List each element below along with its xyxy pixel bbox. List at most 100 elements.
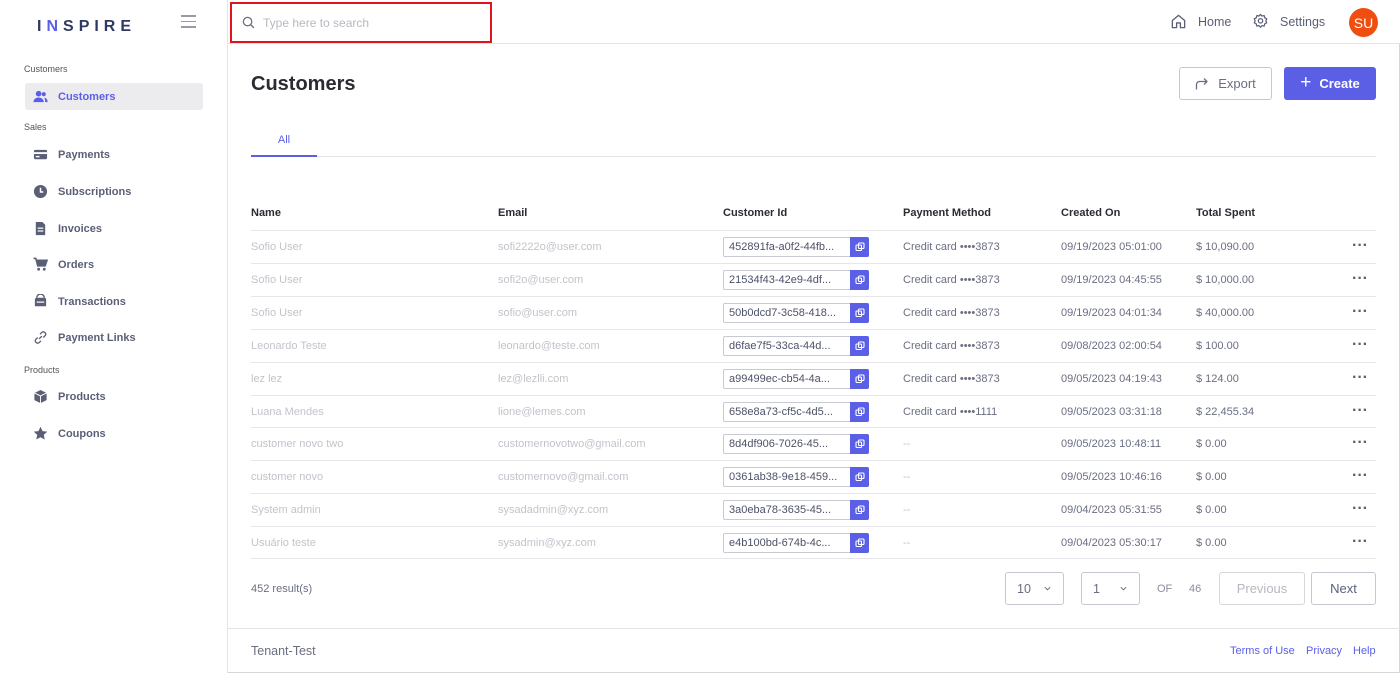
- more-options-icon[interactable]: ···: [1352, 494, 1368, 526]
- next-button[interactable]: Next: [1311, 572, 1376, 605]
- tab-all[interactable]: All: [251, 127, 317, 157]
- table-row[interactable]: customer novo customernovo@gmail.com 036…: [251, 460, 1376, 493]
- sidebar-item-label: Transactions: [58, 295, 126, 308]
- payment-method: --: [903, 504, 911, 516]
- more-options-icon[interactable]: ···: [1352, 363, 1368, 395]
- customer-id-field[interactable]: 8d4df906-7026-45...: [723, 434, 869, 454]
- table-row[interactable]: customer novo two customernovotwo@gmail.…: [251, 427, 1376, 460]
- copy-icon[interactable]: [850, 270, 869, 290]
- home-label: Home: [1198, 14, 1232, 29]
- customer-id-field[interactable]: 3a0eba78-3635-45...: [723, 500, 869, 520]
- copy-icon[interactable]: [850, 303, 869, 323]
- sidebar-item-subscriptions[interactable]: Subscriptions: [25, 178, 203, 205]
- topbar: Home Settings SU: [228, 0, 1400, 44]
- credit-card-icon: [32, 147, 48, 163]
- users-icon: [32, 89, 48, 105]
- more-options-icon[interactable]: ···: [1352, 461, 1368, 493]
- copy-icon[interactable]: [850, 533, 869, 553]
- copy-icon[interactable]: [850, 467, 869, 487]
- table-row[interactable]: Sofio User sofi2222o@user.com 452891fa-a…: [251, 230, 1376, 263]
- column-header-total-spent: Total Spent: [1196, 207, 1256, 219]
- payment-method: Credit card ••••3873: [903, 274, 1000, 286]
- box-icon: [32, 389, 48, 405]
- copy-icon[interactable]: [850, 500, 869, 520]
- total-spent: $ 10,090.00: [1196, 241, 1255, 253]
- table-row[interactable]: Sofio User sofi2o@user.com 21534f43-42e9…: [251, 263, 1376, 296]
- customer-id-field[interactable]: 21534f43-42e9-4df...: [723, 270, 869, 290]
- more-options-icon[interactable]: ···: [1352, 330, 1368, 362]
- copy-icon[interactable]: [850, 369, 869, 389]
- page-number-value: 1: [1093, 581, 1100, 596]
- created-on: 09/19/2023 05:01:00: [1061, 241, 1162, 253]
- table-row[interactable]: lez lez lez@lezlli.com a99499ec-cb54-4a.…: [251, 362, 1376, 395]
- page-number-select[interactable]: 1: [1081, 572, 1140, 605]
- sidebar-item-coupons[interactable]: Coupons: [25, 420, 203, 447]
- settings-link[interactable]: Settings: [1252, 13, 1325, 30]
- copy-icon[interactable]: [850, 336, 869, 356]
- table-row[interactable]: Sofio User sofio@user.com 50b0dcd7-3c58-…: [251, 296, 1376, 329]
- section-label-sales: Sales: [24, 122, 47, 132]
- create-button[interactable]: + Create: [1284, 67, 1376, 100]
- more-options-icon[interactable]: ···: [1352, 527, 1368, 559]
- sidebar-item-payment-links[interactable]: Payment Links: [25, 324, 203, 351]
- copy-icon[interactable]: [850, 237, 869, 257]
- customer-name: Luana Mendes: [251, 406, 324, 418]
- copy-icon[interactable]: [850, 434, 869, 454]
- customer-id-field[interactable]: e4b100bd-674b-4c...: [723, 533, 869, 553]
- sidebar-item-invoices[interactable]: Invoices: [25, 215, 203, 242]
- created-on: 09/05/2023 10:48:11: [1061, 438, 1162, 450]
- customer-email: sofi2222o@user.com: [498, 241, 602, 253]
- created-on: 09/19/2023 04:01:34: [1061, 307, 1162, 319]
- inspire-logo[interactable]: INSPIRE: [37, 18, 136, 36]
- table-row[interactable]: Usuário teste sysadmin@xyz.com e4b100bd-…: [251, 526, 1376, 559]
- more-options-icon[interactable]: ···: [1352, 297, 1368, 329]
- sidebar-item-orders[interactable]: Orders: [25, 251, 203, 278]
- cart-icon: [32, 257, 48, 273]
- table-row[interactable]: Leonardo Teste leonardo@teste.com d6fae7…: [251, 329, 1376, 362]
- plus-icon: +: [1300, 71, 1312, 93]
- customer-id-field[interactable]: 0361ab38-9e18-459...: [723, 467, 869, 487]
- total-pages: 46: [1189, 583, 1202, 595]
- page-size-select[interactable]: 10: [1005, 572, 1064, 605]
- help-link[interactable]: Help: [1353, 645, 1376, 657]
- customer-id-text: a99499ec-cb54-4a...: [729, 373, 830, 385]
- user-avatar[interactable]: SU: [1349, 8, 1378, 37]
- customer-name: customer novo two: [251, 438, 344, 450]
- sidebar-item-label: Subscriptions: [58, 185, 132, 198]
- created-on: 09/19/2023 04:45:55: [1061, 274, 1162, 286]
- total-spent: $ 100.00: [1196, 340, 1239, 352]
- column-header-email: Email: [498, 207, 528, 219]
- customer-id-field[interactable]: 50b0dcd7-3c58-418...: [723, 303, 869, 323]
- customer-email: sysadadmin@xyz.com: [498, 504, 609, 516]
- previous-button[interactable]: Previous: [1219, 572, 1305, 605]
- customer-id-field[interactable]: a99499ec-cb54-4a...: [723, 369, 869, 389]
- customer-name: System admin: [251, 504, 321, 516]
- hamburger-menu-icon[interactable]: [181, 15, 196, 29]
- sidebar-item-label: Products: [58, 390, 106, 403]
- more-options-icon[interactable]: ···: [1352, 264, 1368, 296]
- payment-method: Credit card ••••3873: [903, 340, 1000, 352]
- sidebar-item-products[interactable]: Products: [25, 383, 203, 410]
- customer-id-field[interactable]: 658e8a73-cf5c-4d5...: [723, 402, 869, 422]
- privacy-link[interactable]: Privacy: [1306, 645, 1342, 657]
- search-box[interactable]: [230, 2, 492, 43]
- customer-id-field[interactable]: d6fae7f5-33ca-44d...: [723, 336, 869, 356]
- customer-name: Usuário teste: [251, 537, 316, 549]
- table-row[interactable]: System admin sysadadmin@xyz.com 3a0eba78…: [251, 493, 1376, 526]
- home-link[interactable]: Home: [1170, 13, 1231, 30]
- link-icon: [32, 330, 48, 346]
- sidebar-item-transactions[interactable]: Transactions: [25, 288, 203, 315]
- more-options-icon[interactable]: ···: [1352, 428, 1368, 460]
- terms-link[interactable]: Terms of Use: [1230, 645, 1295, 657]
- copy-icon[interactable]: [850, 402, 869, 422]
- more-options-icon[interactable]: ···: [1352, 231, 1368, 263]
- more-options-icon[interactable]: ···: [1352, 396, 1368, 428]
- sidebar-item-customers[interactable]: Customers: [25, 83, 203, 110]
- home-icon: [1171, 14, 1186, 29]
- export-button[interactable]: Export: [1179, 67, 1272, 100]
- sidebar-item-payments[interactable]: Payments: [25, 141, 203, 168]
- search-input[interactable]: [263, 15, 483, 30]
- customer-id-field[interactable]: 452891fa-a0f2-44fb...: [723, 237, 869, 257]
- customer-name: customer novo: [251, 471, 324, 483]
- table-row[interactable]: Luana Mendes lione@lemes.com 658e8a73-cf…: [251, 395, 1376, 428]
